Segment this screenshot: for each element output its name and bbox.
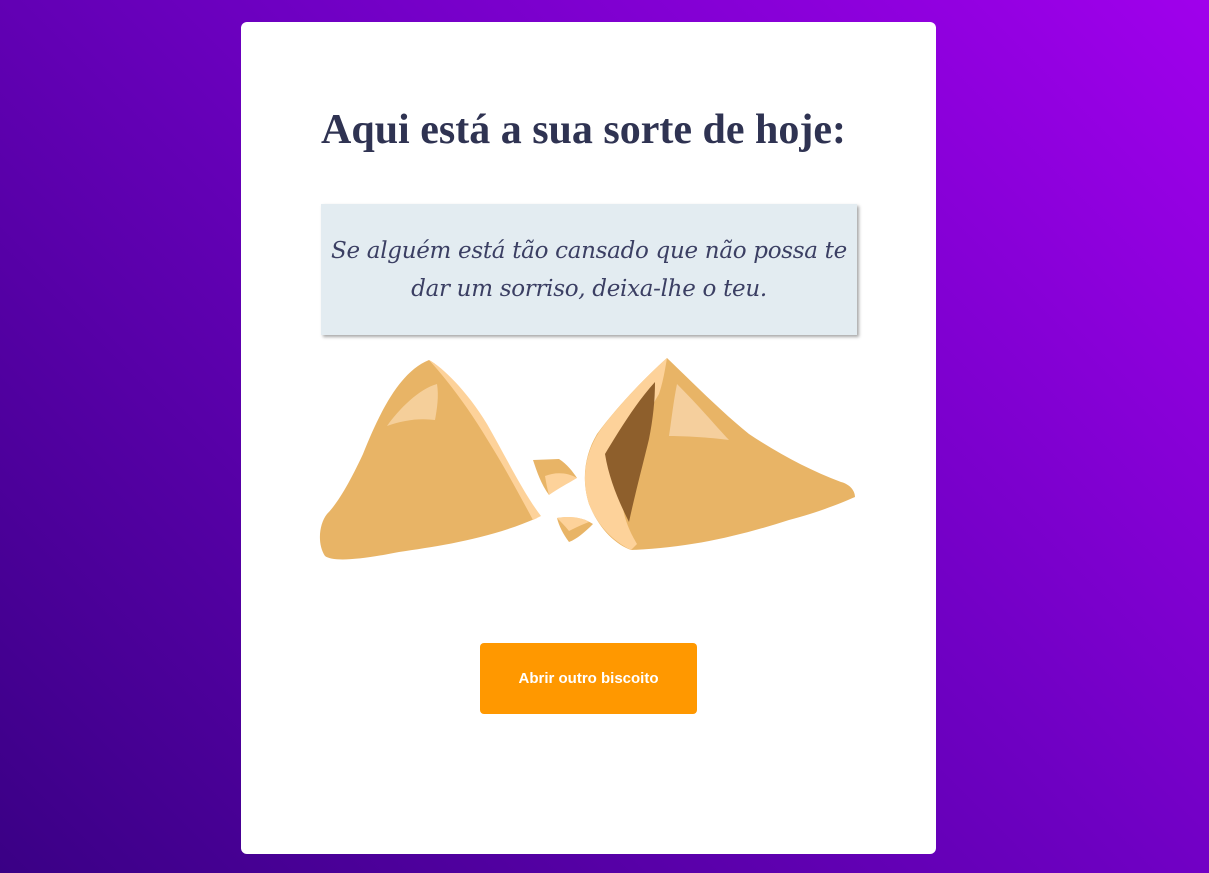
cookie-right-half [584,358,855,550]
page-title: Aqui está a sua sorte de hoje: [321,107,846,153]
open-another-cookie-button[interactable]: Abrir outro biscoito [480,643,697,714]
fortune-card: Aqui está a sua sorte de hoje: Se alguém… [241,22,936,854]
fortune-message: Se alguém está tão cansado que não possa… [331,237,847,302]
fortune-message-box: Se alguém está tão cansado que não possa… [321,204,857,335]
cookie-left-half [319,360,541,560]
fortune-cookie-icon [319,358,855,560]
cookie-crumbs [533,459,593,542]
